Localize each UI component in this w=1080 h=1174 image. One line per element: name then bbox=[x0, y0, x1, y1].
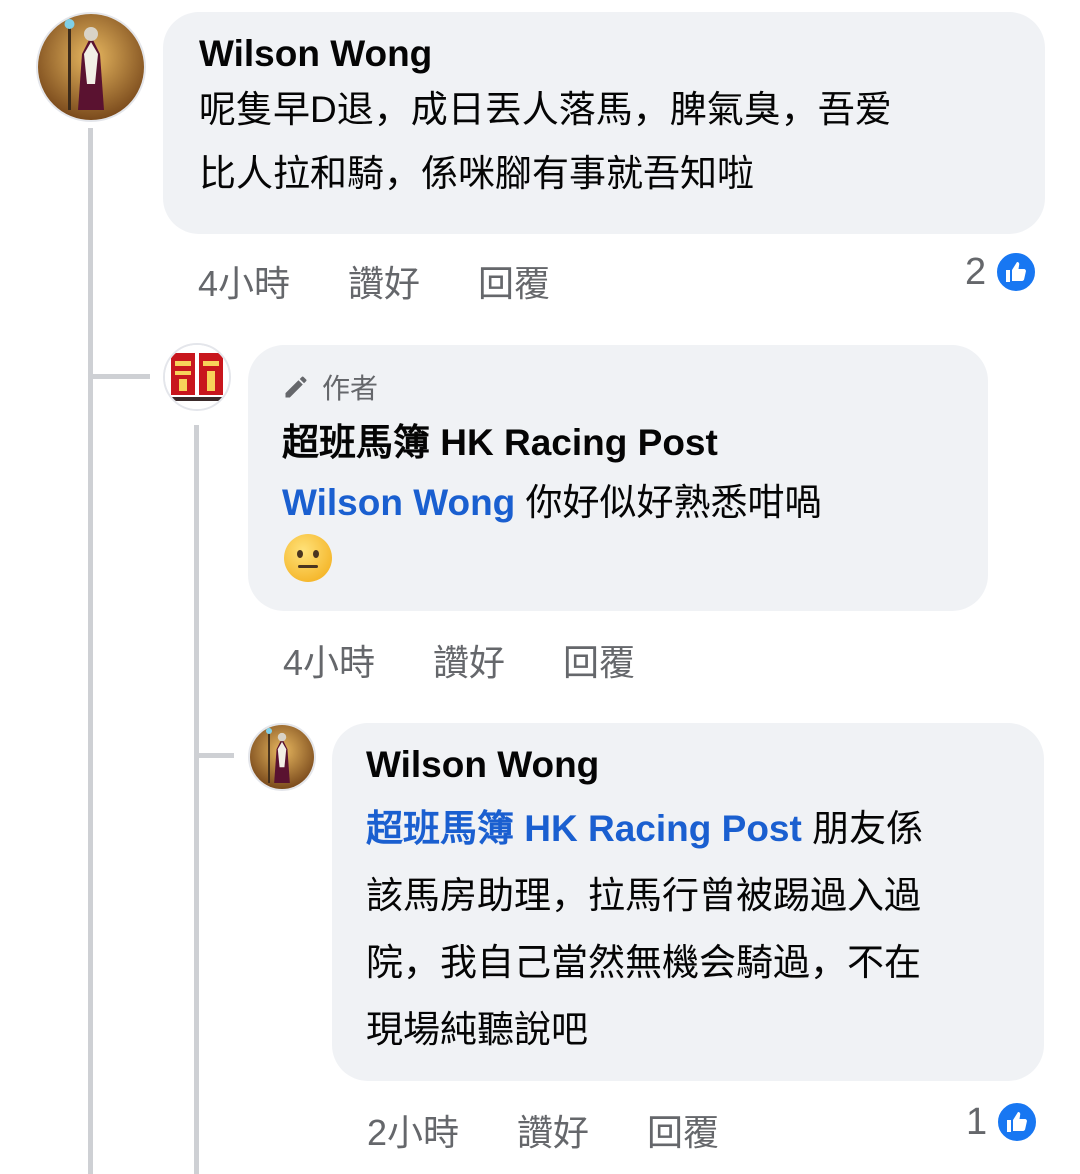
like-button[interactable]: 讚好 bbox=[433, 641, 505, 685]
reply-text: Wilson Wong 你好似好熟悉咁喎 bbox=[282, 469, 958, 536]
comment-actions: 4小時 讚好 回覆 bbox=[198, 262, 550, 306]
reply-actions: 2小時 讚好 回覆 bbox=[367, 1111, 719, 1155]
comment-author-name[interactable]: Wilson Wong bbox=[199, 32, 1011, 76]
avatar-wilson-wong[interactable] bbox=[248, 723, 316, 791]
avatar-hk-racing-post[interactable] bbox=[163, 343, 231, 411]
reply-button[interactable]: 回覆 bbox=[478, 262, 550, 306]
thread-line-reply1 bbox=[194, 425, 199, 1174]
comment-bubble: Wilson Wong 呢隻早D退，成日丟人落馬，脾氣臭，吾爱 比人拉和騎，係咪… bbox=[163, 12, 1045, 234]
avatar-image bbox=[38, 14, 144, 120]
comment-timestamp[interactable]: 4小時 bbox=[198, 262, 290, 306]
reply-text-line: 超班馬簿 HK Racing Post 朋友係 bbox=[366, 795, 1020, 862]
reaction-summary[interactable]: 1 bbox=[966, 1100, 1040, 1144]
reply-text-line: 現場純聽說吧 bbox=[366, 1009, 588, 1050]
reply-bubble: 作者 超班馬簿 HK Racing Post Wilson Wong 你好似好熟… bbox=[248, 345, 988, 611]
reaction-summary[interactable]: 2 bbox=[965, 250, 1039, 294]
reply-timestamp[interactable]: 4小時 bbox=[283, 641, 375, 685]
reply-author-name[interactable]: 超班馬簿 HK Racing Post bbox=[282, 421, 958, 465]
page-logo bbox=[165, 345, 229, 409]
reply-text-line: 該馬房助理，拉馬行曾被踢過入過 bbox=[366, 875, 921, 916]
reply-button[interactable]: 回覆 bbox=[647, 1111, 719, 1155]
reply-text-line: 院，我自己當然無機会騎過，不在 bbox=[366, 942, 921, 983]
reply-button[interactable]: 回覆 bbox=[563, 641, 635, 685]
comment-text-line: 呢隻早D退，成日丟人落馬，脾氣臭，吾爱 bbox=[199, 89, 892, 130]
thread-connector-reply2 bbox=[194, 753, 234, 758]
author-badge-label: 作者 bbox=[322, 373, 379, 404]
like-button[interactable]: 讚好 bbox=[517, 1111, 589, 1155]
neutral-face-emoji-icon bbox=[282, 532, 958, 589]
pencil-icon bbox=[285, 376, 307, 398]
comment-text-line: 比人拉和騎，係咪腳有事就吾知啦 bbox=[199, 153, 754, 194]
thumbs-up-icon bbox=[994, 250, 1039, 294]
like-button[interactable]: 讚好 bbox=[348, 262, 420, 306]
reply-timestamp[interactable]: 2小時 bbox=[367, 1111, 459, 1155]
thumbs-up-icon bbox=[995, 1100, 1040, 1144]
mention-link[interactable]: 超班馬簿 HK Racing Post bbox=[366, 808, 802, 849]
thread-connector-reply1 bbox=[88, 374, 150, 379]
avatar-image bbox=[250, 725, 314, 789]
thread-line-main bbox=[88, 128, 93, 1174]
reply-author-name[interactable]: Wilson Wong bbox=[366, 743, 1020, 787]
reply-text-body: 你好似好熟悉咁喎 bbox=[515, 482, 822, 523]
reply-actions: 4小時 讚好 回覆 bbox=[283, 641, 635, 685]
avatar-wilson-wong[interactable] bbox=[36, 12, 146, 122]
reply-bubble: Wilson Wong 超班馬簿 HK Racing Post 朋友係 該馬房助… bbox=[332, 723, 1044, 1081]
author-badge: 作者 bbox=[282, 367, 958, 407]
reaction-count: 1 bbox=[966, 1100, 988, 1143]
reply-text-body: 朋友係 bbox=[801, 808, 924, 849]
reaction-count: 2 bbox=[965, 250, 987, 293]
mention-link[interactable]: Wilson Wong bbox=[282, 482, 515, 523]
